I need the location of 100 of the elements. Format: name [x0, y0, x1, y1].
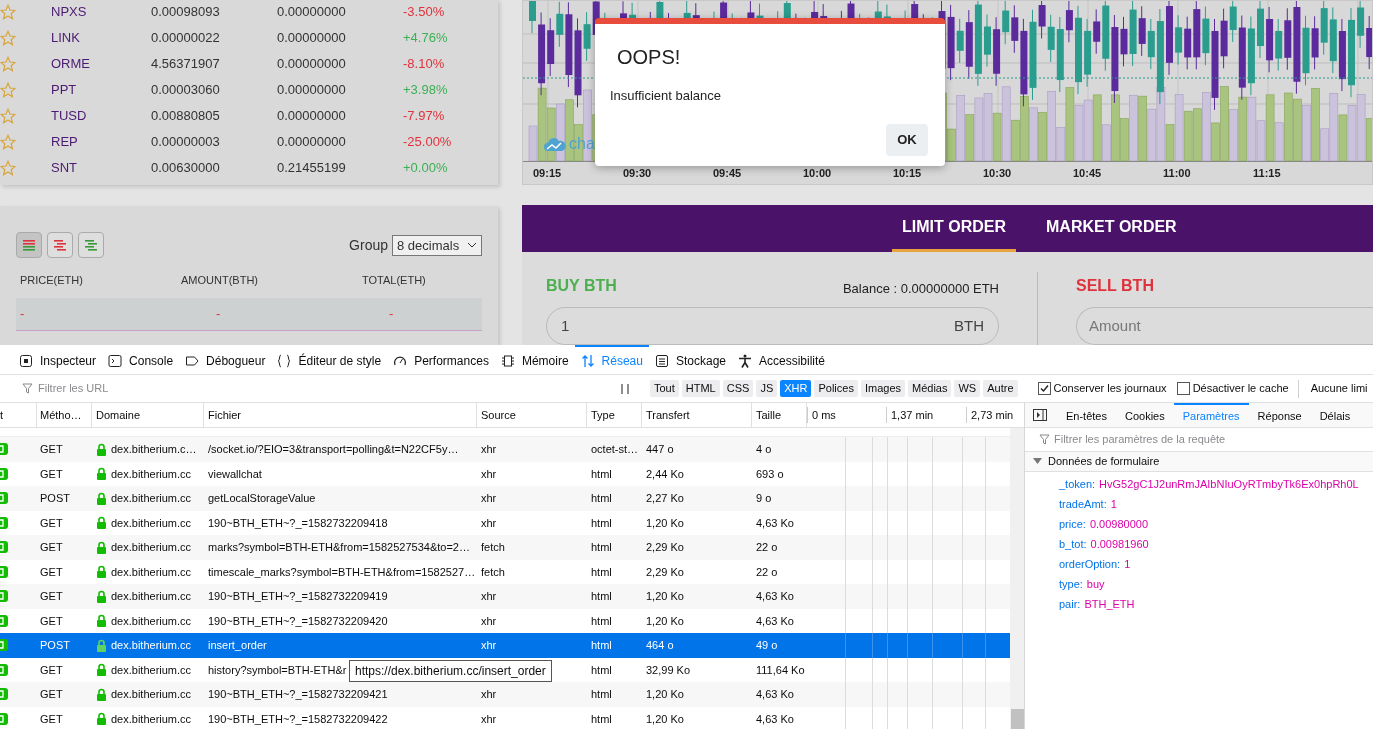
column-header: PRICE(ETH): [20, 273, 84, 289]
column-header[interactable]: Source: [477, 403, 587, 427]
change-text: -3.50%: [403, 3, 445, 22]
time-label: 09:30: [623, 165, 653, 181]
details-tab[interactable]: Réponse: [1248, 403, 1311, 427]
volume-text: 0.00000000: [277, 81, 347, 100]
order-type-tab[interactable]: MARKET ORDER: [1036, 205, 1187, 252]
devtools-tab[interactable]: Débogueur: [179, 345, 272, 374]
timeline-tick: 0 ms: [807, 406, 886, 424]
request-row[interactable]: GET dex.bitherium.cc 190~BTH_ETH~?_=1582732209419 xhr html 1,20 Ko 4,63 Ko: [0, 584, 1010, 609]
coin-symbol[interactable]: TUSD: [51, 106, 151, 126]
request-row[interactable]: GET dex.bitherium.c… /socket.io/?EIO=3&transport=polling&t=N22CF5y… xhr octet-st… 447 o 4 o: [0, 437, 1010, 462]
param-key: type:: [1059, 575, 1083, 593]
param-key: _token:: [1059, 475, 1096, 493]
size-cell-text: 9 o: [756, 491, 772, 506]
type-filter-button[interactable]: WS: [954, 380, 981, 397]
size-cell-text: 4,63 Ko: [756, 515, 794, 531]
section-header[interactable]: Données de formulaire: [1025, 452, 1373, 472]
column-header[interactable]: Transfert: [642, 403, 752, 427]
status-icon: [0, 663, 8, 676]
details-tab[interactable]: Cookies: [1115, 403, 1174, 427]
status-icon: [0, 443, 8, 456]
coin-symbol[interactable]: SNT: [51, 158, 151, 178]
devtools-tab[interactable]: Stockage: [648, 345, 732, 374]
transfer-cell-text: 1,20 Ko: [646, 711, 684, 727]
domain-cell-text: dex.bitherium.c…: [111, 442, 197, 457]
file-cell-text: 190~BTH_ETH~?_=1582732209418: [208, 515, 388, 531]
lock-icon: [96, 442, 107, 456]
param-value: 0.00981960: [1090, 536, 1149, 552]
type-filter-button[interactable]: Autre: [983, 380, 1018, 397]
column-header[interactable]: Fichier: [204, 403, 477, 427]
devtools-tab[interactable]: Inspecteur: [13, 345, 103, 374]
column-header[interactable]: Taille: [752, 403, 807, 427]
column-header[interactable]: Métho…: [37, 403, 92, 427]
lock-icon: [96, 589, 107, 603]
scrollbar-thumb[interactable]: [1011, 709, 1024, 729]
devtools-tab[interactable]: Mémoire: [494, 345, 575, 374]
file-cell-text: viewallchat: [208, 466, 262, 482]
group-select[interactable]: 8 decimals: [392, 234, 482, 256]
file-cell-text: 190~BTH_ETH~?_=1582732209421: [208, 687, 388, 702]
person-icon: [738, 353, 752, 368]
type-filter-button[interactable]: Images: [860, 380, 905, 397]
type-filter-button[interactable]: HTML: [681, 380, 720, 397]
coin-symbol[interactable]: NPXS: [51, 2, 151, 22]
param-value: 1: [1124, 556, 1131, 572]
lock-icon: [96, 687, 107, 701]
column-header[interactable]: Domaine: [92, 403, 204, 427]
status-icon: [0, 712, 8, 725]
chip-icon: [500, 353, 515, 368]
devtools-tab[interactable]: Performances: [387, 345, 495, 374]
group-label: Group: [349, 235, 388, 255]
transfer-cell-text: 1,20 Ko: [646, 589, 684, 604]
type-filter-button[interactable]: XHR: [780, 380, 812, 397]
time-label: 11:00: [1163, 165, 1192, 181]
coin-symbol[interactable]: PPT: [51, 80, 151, 100]
request-row[interactable]: POST dex.bitherium.cc getLocalStorageValue xhr html 2,27 Ko 9 o: [0, 486, 1010, 511]
source-cell-text: xhr: [481, 442, 497, 457]
source-cell-text: xhr: [481, 491, 497, 506]
request-row[interactable]: GET dex.bitherium.cc marks?symbol=BTH-ETH&from=1582527534&to=2… fetch html 2,29 Ko 22 o: [0, 535, 1010, 560]
status-icon: [0, 492, 8, 505]
throttle-select[interactable]: Aucune limi: [1310, 380, 1368, 397]
type-filter-button[interactable]: Polices: [814, 380, 858, 397]
param-value: 0.00980000: [1089, 516, 1149, 532]
order-view-button[interactable]: [47, 232, 73, 259]
option-checkbox[interactable]: Désactiver le cache: [1176, 380, 1289, 397]
ok-button[interactable]: OK: [886, 123, 928, 156]
devtools-tab[interactable]: Réseau: [574, 345, 649, 374]
devtools-tab[interactable]: Console: [102, 345, 180, 374]
request-row[interactable]: GET dex.bitherium.cc 190~BTH_ETH~?_=1582732209421 xhr html 1,20 Ko 4,63 Ko: [0, 682, 1010, 707]
type-filter-button[interactable]: Tout: [650, 380, 679, 397]
devtools-tab[interactable]: Accessibilité: [732, 345, 832, 374]
url-filter-field[interactable]: Filtrer les URL: [22, 377, 612, 400]
request-row[interactable]: POST dex.bitherium.cc insert_order xhr html 464 o 49 o: [0, 633, 1010, 658]
time-label: 09:45: [713, 165, 743, 181]
transfer-cell-text: 2,27 Ko: [646, 491, 684, 506]
type-filter-button[interactable]: Médias: [908, 380, 952, 397]
column-header[interactable]: Type: [587, 403, 642, 427]
size-cell-text: 4 o: [756, 442, 772, 457]
option-checkbox[interactable]: Conserver les journaux: [1037, 380, 1167, 397]
coin-symbol[interactable]: REP: [51, 132, 151, 152]
coin-symbol[interactable]: LINK: [51, 28, 151, 48]
details-tab[interactable]: Paramètres: [1173, 403, 1249, 427]
size-cell-text: 22 o: [756, 540, 778, 555]
method-cell-text: GET: [40, 466, 63, 482]
order-view-button[interactable]: [78, 232, 104, 259]
column-header[interactable]: t: [0, 403, 37, 427]
order-type-tab[interactable]: LIMIT ORDER: [892, 205, 1016, 252]
details-tab[interactable]: En-têtes: [1057, 403, 1116, 427]
details-tab[interactable]: Délais: [1310, 403, 1360, 427]
price-text: 0.00003060: [151, 81, 221, 100]
order-view-button[interactable]: [16, 232, 42, 259]
file-cell-text: marks?symbol=BTH-ETH&from=1582527534&to=2…: [208, 540, 470, 555]
price-text: 0.00880805: [151, 107, 221, 126]
status-icon: [0, 541, 8, 554]
order-price-text: -: [20, 305, 26, 324]
devtools-tab[interactable]: Éditeur de style: [271, 345, 388, 374]
type-filter-button[interactable]: JS: [756, 380, 778, 397]
coin-symbol[interactable]: ORME: [51, 54, 151, 74]
filter-icon: [22, 383, 33, 394]
type-filter-button[interactable]: CSS: [722, 380, 754, 397]
